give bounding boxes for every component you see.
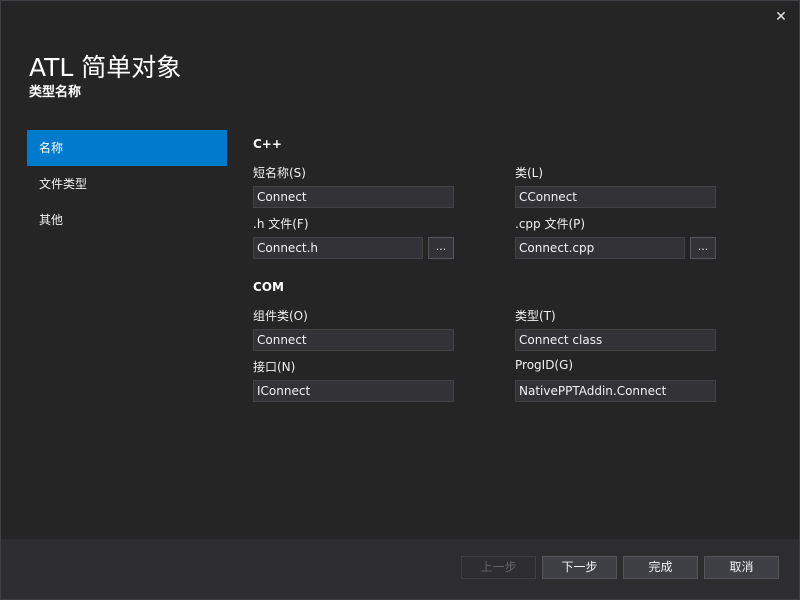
class-label: 类(L) xyxy=(515,166,544,180)
type-label: 类型(T) xyxy=(515,309,556,323)
close-icon[interactable]: ✕ xyxy=(772,8,790,26)
sidebar-item-misc[interactable]: 其他 xyxy=(27,202,227,238)
sidebar-item-names[interactable]: 名称 xyxy=(27,130,227,166)
interface-label: 接口(N) xyxy=(253,360,296,374)
cancel-button[interactable]: 取消 xyxy=(704,556,779,579)
finish-button[interactable]: 完成 xyxy=(623,556,698,579)
sidebar-nav: 名称 文件类型 其他 xyxy=(27,130,227,238)
dialog-subtitle: 类型名称 xyxy=(29,85,82,100)
type-input[interactable] xyxy=(515,329,716,351)
dialog-window xyxy=(0,0,800,600)
sidebar-item-file-types[interactable]: 文件类型 xyxy=(27,166,227,202)
short-name-label: 短名称(S) xyxy=(253,166,306,180)
coclass-label: 组件类(O) xyxy=(253,309,308,323)
dialog-title: ATL 简单对象 xyxy=(29,53,182,82)
cpp-section-label: C++ xyxy=(253,137,282,151)
h-file-label: .h 文件(F) xyxy=(253,217,309,231)
progid-input[interactable] xyxy=(515,380,716,402)
coclass-input[interactable] xyxy=(253,329,454,351)
interface-input[interactable] xyxy=(253,380,454,402)
com-section-label: COM xyxy=(253,280,284,294)
h-file-input[interactable] xyxy=(253,237,423,259)
cpp-file-label: .cpp 文件(P) xyxy=(515,217,586,231)
cpp-file-browse-button[interactable]: ... xyxy=(690,237,716,259)
cpp-file-input[interactable] xyxy=(515,237,685,259)
short-name-input[interactable] xyxy=(253,186,454,208)
progid-label: ProgID(G) xyxy=(515,358,574,372)
previous-button[interactable]: 上一步 xyxy=(461,556,536,579)
h-file-browse-button[interactable]: ... xyxy=(428,237,454,259)
class-input[interactable] xyxy=(515,186,716,208)
next-button[interactable]: 下一步 xyxy=(542,556,617,579)
